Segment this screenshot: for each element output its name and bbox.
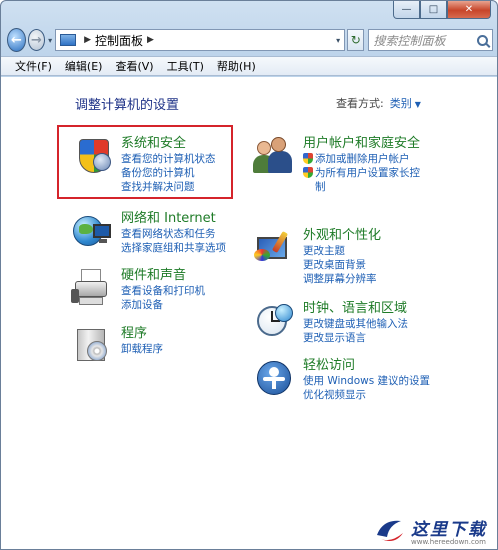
recent-pages-dropdown[interactable]: ▾ <box>48 36 52 45</box>
link-add-remove-accounts[interactable]: 添加或删除用户帐户 <box>303 152 425 166</box>
category-programs: 程序 卸载程序 <box>71 325 163 367</box>
address-path[interactable]: 控制面板 <box>95 32 143 49</box>
link-add-device[interactable]: 添加设备 <box>121 298 205 312</box>
link-network-status[interactable]: 查看网络状态和任务 <box>121 227 226 241</box>
back-button[interactable]: ← <box>7 28 26 52</box>
category-title[interactable]: 时钟、语言和区域 <box>303 300 408 317</box>
menu-edit[interactable]: 编辑(E) <box>65 58 103 74</box>
close-button[interactable]: ✕ <box>447 1 491 19</box>
minimize-button[interactable]: — <box>393 1 420 19</box>
ease-of-access-icon[interactable] <box>253 357 295 399</box>
view-by-dropdown[interactable]: 类别 <box>390 97 412 110</box>
network-icon[interactable] <box>71 210 113 252</box>
link-parental-controls[interactable]: 为所有用户设置家长控制 <box>303 166 425 194</box>
link-change-keyboard[interactable]: 更改键盘或其他输入法 <box>303 317 408 331</box>
menu-bar: 文件(F) 编辑(E) 查看(V) 工具(T) 帮助(H) <box>1 56 497 76</box>
link-screen-resolution[interactable]: 调整屏幕分辨率 <box>303 272 381 286</box>
category-title[interactable]: 轻松访问 <box>303 357 430 374</box>
programs-icon[interactable] <box>71 325 113 367</box>
link-devices-printers[interactable]: 查看设备和打印机 <box>121 284 205 298</box>
link-change-theme[interactable]: 更改主题 <box>303 244 381 258</box>
page-title: 调整计算机的设置 <box>75 98 180 113</box>
category-system-security: 系统和安全 查看您的计算机状态 备份您的计算机 查找并解决问题 <box>71 135 216 194</box>
chevron-down-icon[interactable]: ▼ <box>415 100 421 109</box>
link-optimize-video[interactable]: 优化视频显示 <box>303 388 430 402</box>
address-dropdown-icon[interactable]: ▾ <box>336 36 340 45</box>
link-display-language[interactable]: 更改显示语言 <box>303 331 408 345</box>
users-icon[interactable] <box>253 135 295 177</box>
category-title[interactable]: 程序 <box>121 325 163 342</box>
menu-view[interactable]: 查看(V) <box>115 58 153 74</box>
link-uninstall-program[interactable]: 卸载程序 <box>121 342 163 356</box>
address-trailing-arrow[interactable]: ▶ <box>147 35 154 45</box>
link-windows-suggested-settings[interactable]: 使用 Windows 建议的设置 <box>303 374 430 388</box>
main-content: 调整计算机的设置 查看方式: 类别 ▼ 系统和安全 查看您的计算机状态 备份您的计算… <box>1 77 497 549</box>
address-separator[interactable]: ▶ <box>84 35 91 45</box>
category-appearance: 外观和个性化 更改主题 更改桌面背景 调整屏幕分辨率 <box>253 227 381 286</box>
link-desktop-background[interactable]: 更改桌面背景 <box>303 258 381 272</box>
category-title[interactable]: 用户帐户和家庭安全 <box>303 135 425 152</box>
navigation-bar: ← → ▾ ▶ 控制面板 ▶ ▾ ↻ 搜索控制面板 <box>7 27 493 53</box>
category-title[interactable]: 系统和安全 <box>121 135 216 152</box>
caption-buttons: — □ ✕ <box>393 1 491 20</box>
view-by: 查看方式: 类别 ▼ <box>336 95 421 111</box>
link-text[interactable]: 添加或删除用户帐户 <box>315 152 410 166</box>
menu-help[interactable]: 帮助(H) <box>217 58 256 74</box>
category-hardware: 硬件和声音 查看设备和打印机 添加设备 <box>71 267 205 312</box>
watermark-text: 这里下载 <box>411 520 487 540</box>
category-title[interactable]: 外观和个性化 <box>303 227 381 244</box>
category-user-accounts: 用户帐户和家庭安全 添加或删除用户帐户 为所有用户设置家长控制 <box>253 135 425 194</box>
category-ease-of-access: 轻松访问 使用 Windows 建议的设置 优化视频显示 <box>253 357 430 402</box>
link-backup-computer[interactable]: 备份您的计算机 <box>121 166 216 180</box>
category-title[interactable]: 网络和 Internet <box>121 210 226 227</box>
uac-shield-icon <box>303 167 313 178</box>
control-panel-icon <box>60 34 77 46</box>
printer-icon[interactable] <box>71 267 113 309</box>
address-bar[interactable]: ▶ 控制面板 ▶ ▾ <box>55 29 346 51</box>
category-network: 网络和 Internet 查看网络状态和任务 选择家庭组和共享选项 <box>71 210 226 255</box>
watermark-logo-icon <box>377 520 403 541</box>
view-by-label: 查看方式: <box>336 97 384 110</box>
refresh-button[interactable]: ↻ <box>347 29 365 51</box>
uac-shield-icon <box>303 153 313 164</box>
link-text[interactable]: 为所有用户设置家长控制 <box>315 166 425 194</box>
category-title[interactable]: 硬件和声音 <box>121 267 205 284</box>
forward-button[interactable]: → <box>27 29 46 51</box>
menu-tools[interactable]: 工具(T) <box>167 58 204 74</box>
shield-icon[interactable] <box>71 135 113 177</box>
control-panel-window: — □ ✕ ← → ▾ ▶ 控制面板 ▶ ▾ ↻ 搜索控制面板 文件(F) 编辑… <box>0 0 498 550</box>
link-view-computer-status[interactable]: 查看您的计算机状态 <box>121 152 216 166</box>
search-box[interactable]: 搜索控制面板 <box>368 29 493 51</box>
appearance-icon[interactable] <box>253 227 295 269</box>
maximize-button[interactable]: □ <box>420 1 447 19</box>
search-icon[interactable] <box>477 34 488 46</box>
clock-icon[interactable] <box>253 300 295 342</box>
search-input[interactable]: 搜索控制面板 <box>373 32 477 49</box>
menu-file[interactable]: 文件(F) <box>15 58 52 74</box>
watermark: 这里下载 www.hereedown.com <box>367 513 497 549</box>
link-homegroup[interactable]: 选择家庭组和共享选项 <box>121 241 226 255</box>
category-clock-language: 时钟、语言和区域 更改键盘或其他输入法 更改显示语言 <box>253 300 408 345</box>
link-troubleshoot[interactable]: 查找并解决问题 <box>121 180 216 194</box>
watermark-url: www.hereedown.com <box>411 538 486 546</box>
